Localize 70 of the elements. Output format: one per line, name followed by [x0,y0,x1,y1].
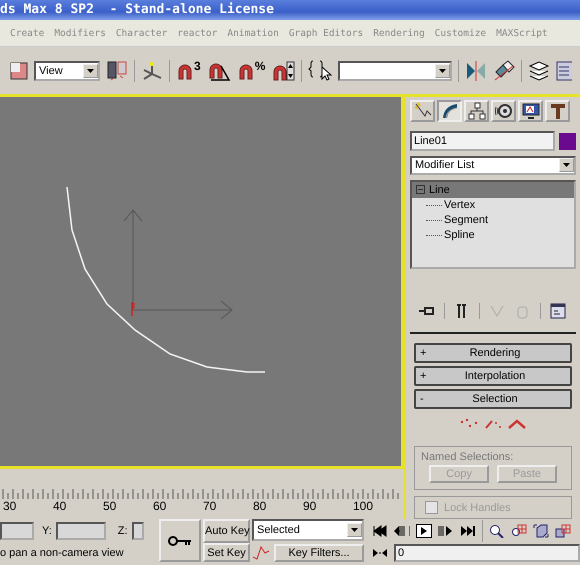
auto-key-button[interactable]: Auto Key [203,519,250,543]
segment-level-icon[interactable] [484,418,502,430]
timeline-tick-label: 40 [53,499,66,513]
hierarchy-tab-icon [466,101,486,121]
select-region-icon[interactable] [10,62,28,80]
window-title: ds Max 8 SP2 - Stand-alone License [0,0,580,20]
cards-icon[interactable] [106,60,128,82]
modify-tab[interactable] [437,100,462,122]
timeline-tick-label: 90 [303,499,316,513]
timeline-tick-label: 50 [103,499,116,513]
create-tab[interactable] [410,100,435,122]
hierarchy-tab[interactable] [464,100,489,122]
play-icon[interactable] [416,524,432,538]
layers-icon[interactable] [528,60,550,82]
key-filters-button[interactable]: Key Filters... [274,544,364,562]
coordinate-label: Z: [118,525,128,537]
timeline-ruler[interactable] [0,487,400,499]
coordinate-field[interactable] [132,522,144,540]
zoom-all-icon[interactable] [511,524,527,538]
key-set-dropdown[interactable]: Selected [252,519,364,541]
axes-icon[interactable] [141,60,163,82]
stack-item[interactable]: Line [412,182,574,198]
zoom-extents-icon[interactable] [533,524,549,538]
snap-glyph: 3 [194,60,201,72]
sub-object-item[interactable]: Segment [444,214,488,226]
zoom-extents-all-icon[interactable] [555,524,571,538]
rollout-header[interactable]: - Selection [414,389,572,409]
motion-tab-icon [494,101,514,121]
group-title: Named Selections: [421,451,514,463]
spline-level-icon[interactable] [508,418,526,430]
timeline-tick-label: 60 [153,499,166,513]
align-icon[interactable] [493,60,516,82]
zoom-icon[interactable] [489,524,505,538]
object-name-field[interactable]: Line01 [410,131,555,151]
sub-object-item[interactable]: Vertex [444,199,476,212]
display-tab[interactable] [518,100,543,122]
view-dropdown[interactable]: View [34,60,100,80]
timeline-tick-label: 30 [3,499,16,513]
frame-field[interactable]: 0 [394,544,580,562]
display-tab-icon [520,101,540,121]
checkbox-label: Lock Handles [444,502,511,514]
motion-tab[interactable] [491,100,516,122]
timeline-tick-label: 100 [353,499,374,513]
coordinate-label: Y: [42,525,52,537]
spinner-snap-icon[interactable] [271,60,296,82]
coordinate-field[interactable] [56,522,106,540]
timeline-tick-label: 80 [253,499,266,513]
vertex-level-icon[interactable] [460,418,478,430]
next-frame-icon[interactable] [438,524,454,538]
utilities-tab[interactable] [545,100,570,122]
modifier-list-dropdown[interactable]: Modifier List [410,156,576,175]
named-selection-cursor-icon[interactable] [308,58,332,82]
go-to-end-icon[interactable] [460,524,476,538]
snap-glyph: % [254,60,266,72]
key-icon [168,534,192,546]
curve-icon[interactable] [252,544,270,560]
timeline-tick-label: 70 [203,499,216,513]
rollout-header[interactable]: + Rendering [414,343,572,363]
rollout-header[interactable]: + Interpolation [414,366,572,386]
previous-frame-icon[interactable] [394,524,410,538]
selection-set-dropdown[interactable] [338,60,452,80]
go-to-start-icon[interactable] [372,524,388,538]
status-prompt: o pan a non-camera view [0,546,125,560]
object-color-swatch[interactable] [559,132,576,150]
x-coordinate-field[interactable] [0,522,34,540]
sub-object-item[interactable]: Spline [444,229,475,242]
configure-stack-icon[interactable] [549,302,567,320]
set-key-button[interactable]: Set Key [203,543,250,562]
key-mode-button[interactable] [159,519,201,562]
mirror-icon[interactable] [465,60,488,82]
